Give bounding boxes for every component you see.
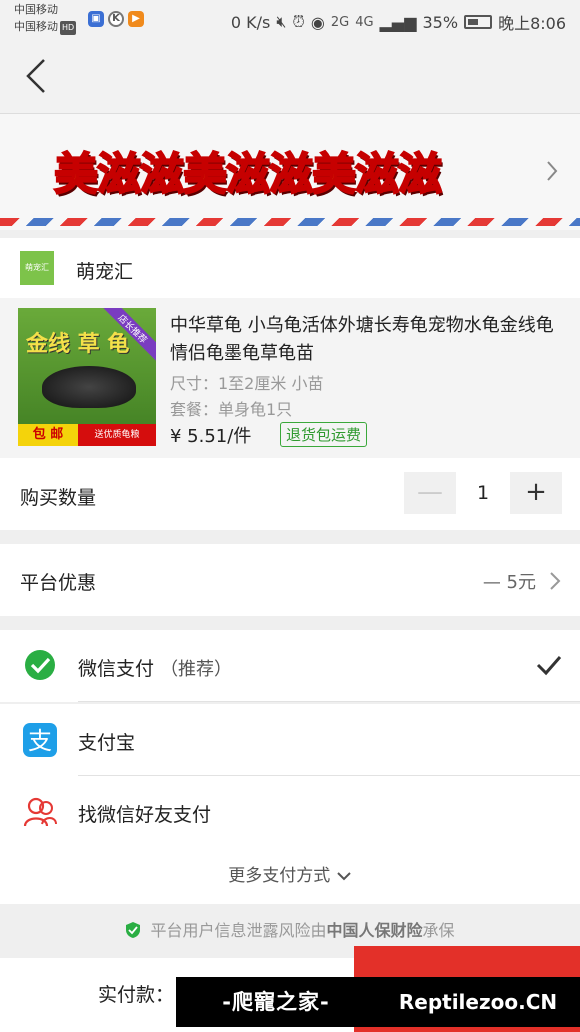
app-notification-icon: ▣ (88, 11, 104, 27)
discount-label: 平台优惠 (20, 572, 97, 594)
svg-text:支: 支 (28, 727, 52, 755)
back-icon[interactable] (20, 58, 56, 94)
gift-note: 送优质龟粮 (94, 430, 140, 440)
more-payment-label: 更多支付方式 (228, 866, 331, 886)
product-price: ¥ 5.51/件 (170, 426, 252, 447)
watermark-right: Reptilezoo.CN (398, 990, 558, 1014)
signal-icon: ▂▄▆ (379, 12, 417, 32)
shop-logo: 萌宠汇 (20, 251, 54, 285)
watermark: -爬寵之家- Reptilezoo.CN (176, 977, 580, 1027)
promo-banner[interactable]: 美滋滋美滋滋美滋滋 (0, 114, 580, 230)
alipay-icon: 支 (23, 723, 57, 757)
recommend-note: （推荐） (160, 659, 233, 680)
chevron-right-icon (547, 161, 558, 181)
airmail-stripe (0, 218, 580, 226)
net-2g: 2G (330, 14, 350, 30)
alipay-label: 支付宝 (78, 732, 136, 754)
insurance-brand: 中国人保财险 (326, 921, 423, 940)
free-shipping-badge: 包 邮 (18, 424, 78, 446)
speed-text: 0 K/s (230, 12, 271, 32)
carrier-1: 中国移动 (14, 3, 58, 16)
quantity-row: 购买数量 — 1 + (0, 458, 580, 530)
watermark-left: -爬寵之家- (222, 990, 330, 1014)
eye-icon: ◉ (310, 12, 325, 32)
banner-text: 美滋滋美滋滋美滋滋 (53, 148, 443, 201)
quantity-label: 购买数量 (20, 487, 97, 509)
product-image-title: 金线 草 龟 (26, 332, 130, 357)
shop-header[interactable]: 萌宠汇 萌宠汇 (0, 238, 580, 298)
hd-badge: HD (60, 21, 77, 35)
discount-value: — 5元 (482, 572, 536, 593)
turtle-icon (42, 366, 136, 408)
pay-option-friend[interactable]: 找微信好友支付 (0, 776, 580, 848)
wechat-pay-icon (25, 650, 55, 680)
wechat-pay-label: 微信支付 （推荐） (78, 658, 233, 680)
product-card[interactable]: 金线 草 龟 店长推荐 包 邮 送优质龟粮 中华草龟 小乌龟活体外塘长寿龟宠物水… (0, 298, 580, 458)
status-bar: 中国移动 中国移动 HD ▣ K ▶ 0 K/s 🔇︎ ⏰︎ ◉ 2G 4G ▂▄… (0, 0, 580, 40)
play-icon: ▶ (128, 11, 144, 27)
insurance-prefix: 平台用户信息泄露风险由 (150, 921, 327, 940)
product-package: 套餐：单身龟1只 (170, 400, 293, 419)
battery-icon (464, 15, 493, 29)
decrease-button[interactable]: — (404, 472, 456, 514)
chevron-right-icon (550, 572, 561, 590)
divider (78, 701, 580, 702)
alarm-icon: ⏰︎ (292, 12, 305, 31)
product-title: 中华草龟 小乌龟活体外塘长寿龟宠物水龟金线龟情侣龟墨龟草龟苗 (170, 315, 554, 364)
k-icon: K (108, 11, 124, 27)
insurance-suffix: 承保 (422, 921, 455, 940)
friend-pay-label: 找微信好友支付 (78, 804, 212, 826)
increase-button[interactable]: + (510, 472, 562, 514)
pay-option-wechat[interactable]: 微信支付 （推荐） (0, 630, 580, 702)
platform-discount-row[interactable]: 平台优惠 — 5元 (0, 544, 580, 616)
product-image: 金线 草 龟 店长推荐 包 邮 送优质龟粮 (18, 308, 156, 446)
return-shipping-tag: 退货包运费 (280, 422, 368, 447)
shop-name: 萌宠汇 (76, 261, 134, 283)
battery-percent: 35% (422, 12, 459, 32)
more-payment-methods[interactable]: 更多支付方式 (0, 848, 580, 904)
check-icon (536, 656, 562, 676)
nav-bar (0, 40, 580, 114)
quantity-value[interactable]: 1 (456, 472, 510, 514)
product-size: 尺寸：1至2厘米 小苗 (170, 374, 324, 393)
product-image-bar: 包 邮 送优质龟粮 (18, 424, 156, 446)
pay-option-alipay[interactable]: 支 支付宝 (0, 704, 580, 776)
carrier-2: 中国移动 HD (14, 20, 77, 35)
clock: 晚上8:06 (498, 14, 566, 33)
chevron-down-icon (336, 872, 351, 881)
total-label: 实付款： (98, 984, 175, 1006)
net-4g: 4G (355, 14, 374, 30)
status-right: 0 K/s 🔇︎ ⏰︎ ◉ 2G 4G ▂▄▆ 35% 晚上8:06 (231, 10, 566, 34)
friends-icon (23, 797, 57, 827)
shield-icon (126, 922, 141, 938)
notification-icons: ▣ K ▶ (88, 11, 144, 27)
mute-icon: 🔇︎ (276, 12, 287, 31)
